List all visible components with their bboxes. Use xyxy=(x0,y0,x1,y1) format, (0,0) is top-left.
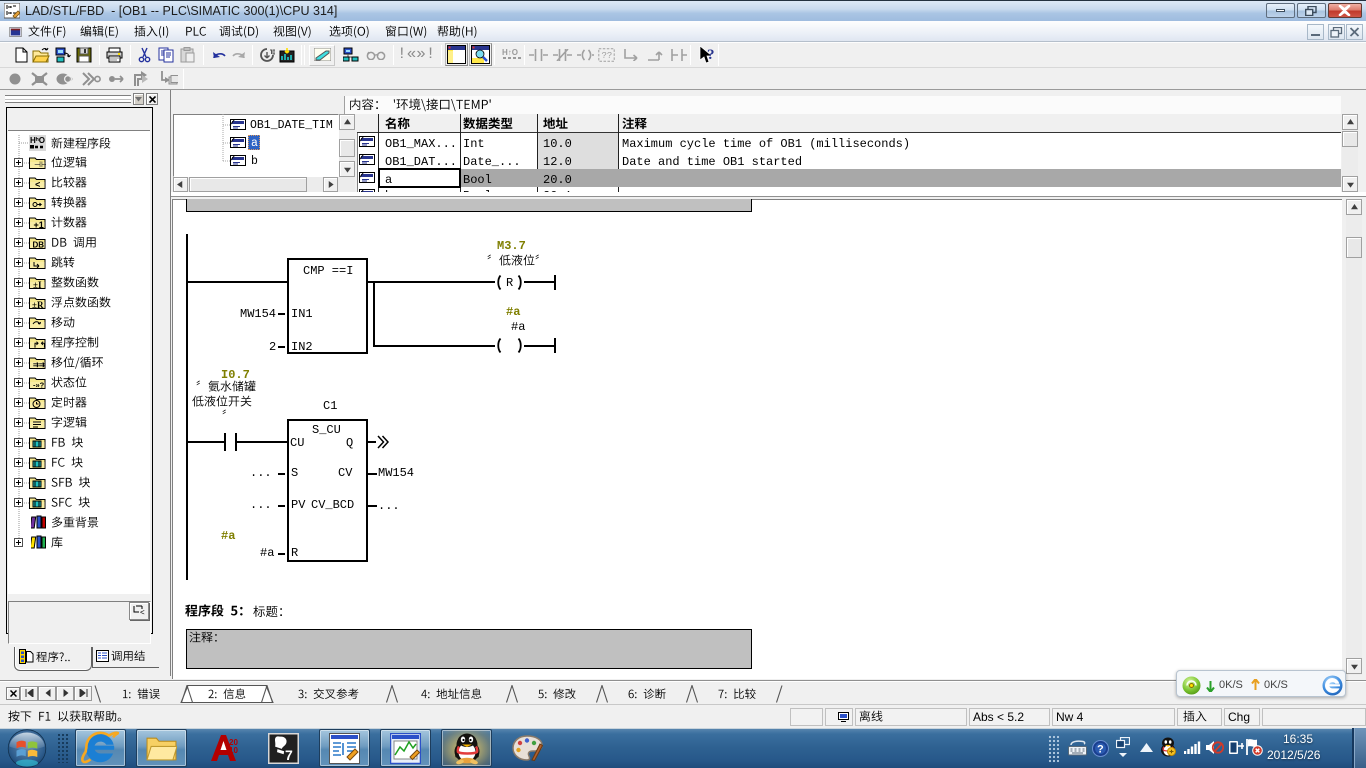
svg-text:⇉⇉: ⇉⇉ xyxy=(33,362,45,369)
svg-text:<: < xyxy=(140,608,145,615)
svg-text:HʰO: HʰO xyxy=(30,136,45,145)
svg-text:↱↰: ↱↰ xyxy=(33,341,46,350)
svg-text:-»?: -»? xyxy=(33,381,45,390)
svg-text:<: < xyxy=(35,181,40,190)
svg-text:?: ? xyxy=(707,47,715,63)
svg-text:DB: DB xyxy=(33,241,45,250)
svg-text:10: 10 xyxy=(229,746,238,755)
svg-text:??: ?? xyxy=(602,51,613,61)
svg-text:?: ? xyxy=(1097,744,1104,756)
svg-text:±R: ±R xyxy=(32,300,44,309)
svg-text:⊣⊢: ⊣⊢ xyxy=(34,160,46,169)
svg-text:7: 7 xyxy=(285,747,293,763)
svg-text:+1: +1 xyxy=(34,220,44,229)
svg-text:H↑O: H↑O xyxy=(502,48,518,57)
svg-text:±I: ±I xyxy=(33,280,42,289)
